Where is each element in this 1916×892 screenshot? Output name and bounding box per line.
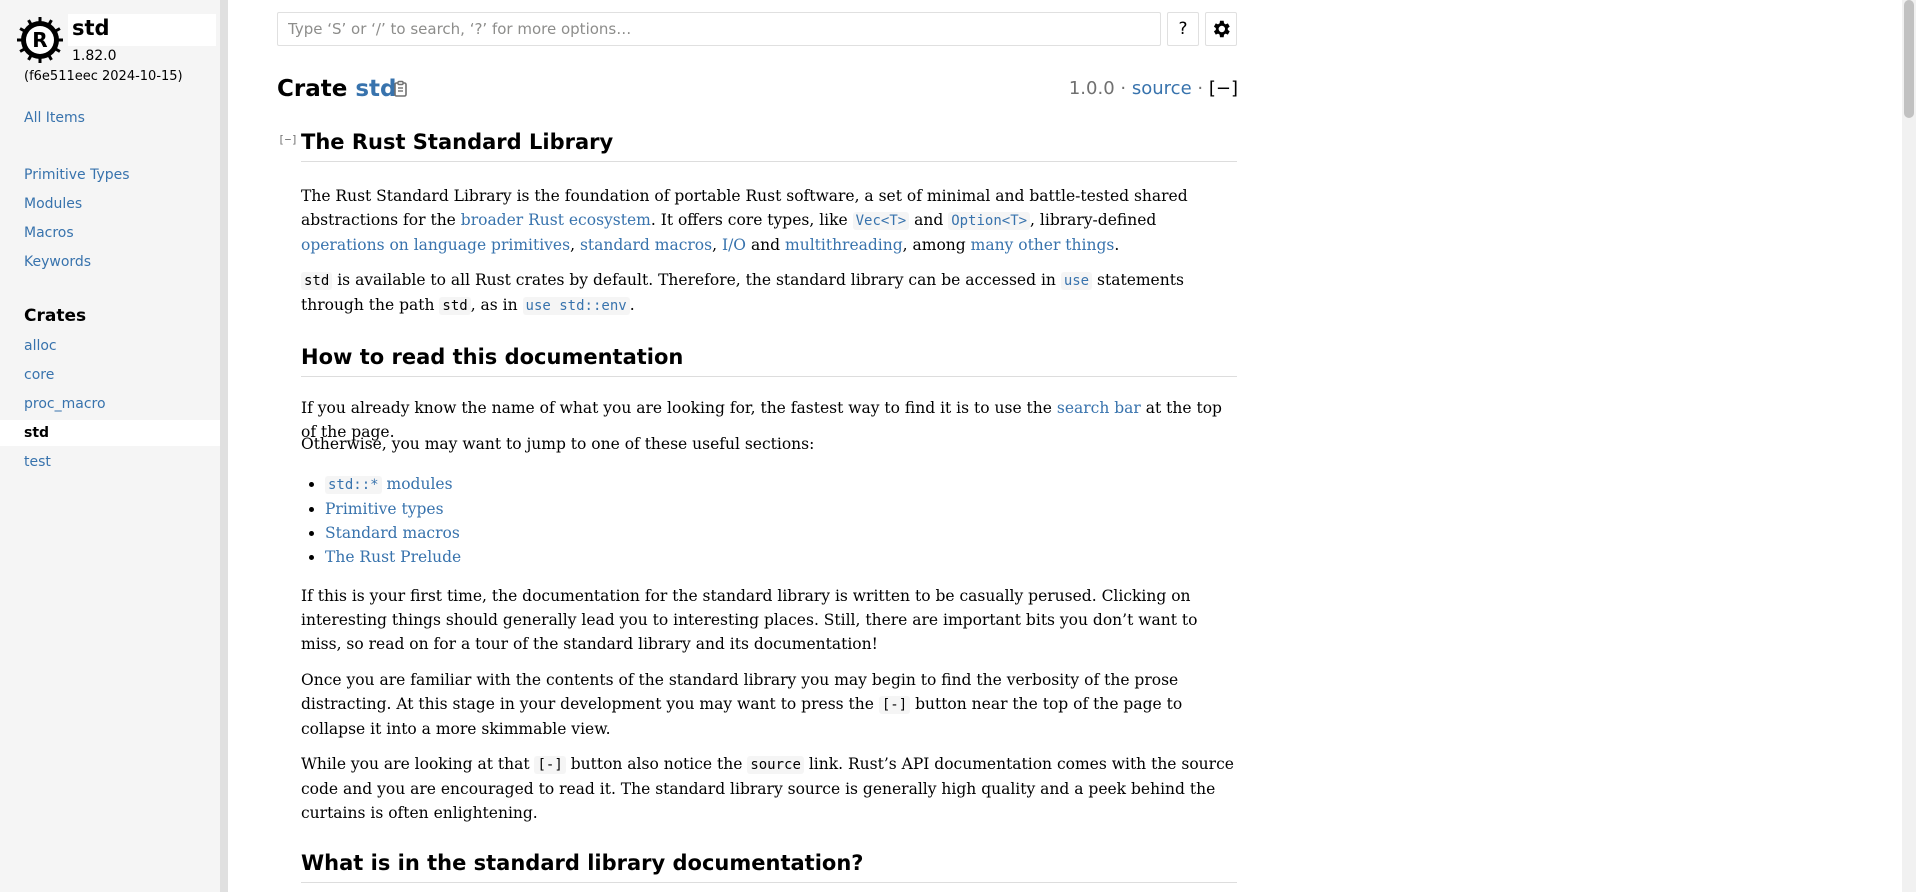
useful-sections-list: std::* modules Primitive types Standard …: [301, 472, 461, 569]
link-primitives[interactable]: operations on language primitives: [301, 236, 570, 254]
collapse-all-toggle[interactable]: [−]: [1209, 78, 1238, 99]
link-search-bar[interactable]: search bar: [1057, 399, 1141, 417]
list-item: std::* modules: [325, 472, 461, 497]
sidebar-item-macros[interactable]: Macros: [24, 225, 74, 241]
link-many-other-things[interactable]: many other things: [971, 236, 1115, 254]
sidebar-crate-core[interactable]: core: [24, 367, 54, 383]
separator: ·: [1197, 78, 1204, 99]
link-standard-macros[interactable]: standard macros: [580, 236, 712, 254]
sidebar-item-modules[interactable]: Modules: [24, 196, 82, 212]
link-use-std-env[interactable]: use std::env: [522, 296, 630, 315]
sidebar-version: 1.82.0: [72, 48, 117, 64]
out-of-band: 1.0.0 · source · [−]: [1069, 78, 1238, 99]
paragraph-intro: The Rust Standard Library is the foundat…: [301, 187, 1188, 254]
list-item: Primitive types: [325, 497, 461, 521]
sidebar-resizer[interactable]: [220, 0, 228, 892]
paragraph-verbosity: Once you are familiar with the contents …: [301, 671, 1183, 738]
paragraph-first-time: If this is your first time, the document…: [301, 587, 1198, 653]
sidebar-crate-alloc[interactable]: alloc: [24, 338, 57, 354]
settings-button[interactable]: [1205, 12, 1237, 46]
heading-rust-standard-library: The Rust Standard Library: [301, 130, 1237, 162]
help-label: ?: [1178, 19, 1188, 39]
since-version: 1.0.0: [1068, 78, 1115, 99]
sidebar-crate-name[interactable]: std: [72, 16, 110, 40]
page-title-name[interactable]: std: [355, 76, 396, 102]
sidebar-hash: (f6e511eec 2024-10-15): [24, 69, 183, 84]
source-link[interactable]: source: [1132, 78, 1192, 99]
copy-path-icon[interactable]: [392, 80, 410, 98]
link-option[interactable]: Option<T>: [948, 211, 1031, 230]
sidebar-crate-test[interactable]: test: [24, 454, 51, 470]
link-rust-prelude[interactable]: The Rust Prelude: [325, 548, 461, 566]
page-title-kind: Crate: [277, 76, 348, 102]
heading-what-is-in-docs: What is in the standard library document…: [301, 851, 1237, 883]
paragraph-availability: std is available to all Rust crates by d…: [301, 271, 1184, 315]
link-broader-ecosystem[interactable]: broader Rust ecosystem: [461, 211, 651, 229]
list-item: Standard macros: [325, 521, 461, 545]
sidebar-item-primitive-types[interactable]: Primitive Types: [24, 167, 130, 183]
sidebar-all-items[interactable]: All Items: [24, 110, 85, 126]
link-use-keyword[interactable]: use: [1060, 271, 1093, 290]
help-button[interactable]: ?: [1167, 12, 1199, 46]
heading-how-to-read: How to read this documentation: [301, 345, 1237, 377]
sidebar: R std 1.82.0 (f6e511eec 2024-10-15) All …: [0, 0, 220, 892]
paragraph-jump-sections: Otherwise, you may want to jump to one o…: [301, 435, 815, 453]
page-title: Crate std: [277, 76, 397, 102]
link-standard-macros-list[interactable]: Standard macros: [325, 524, 460, 542]
sidebar-crate-std[interactable]: std: [24, 425, 49, 441]
sidebar-crates-heading: Crates: [24, 306, 87, 326]
link-primitive-types[interactable]: Primitive types: [325, 500, 444, 518]
docblock-toggle[interactable]: [−]: [278, 133, 298, 146]
list-item: The Rust Prelude: [325, 545, 461, 569]
rust-logo-icon[interactable]: R: [16, 16, 64, 64]
paragraph-source-link: While you are looking at that [-] button…: [301, 755, 1234, 822]
link-std-modules[interactable]: std::* modules: [325, 475, 453, 494]
scrollbar-thumb[interactable]: [1904, 0, 1914, 118]
link-vec[interactable]: Vec<T>: [852, 211, 910, 230]
gear-icon: [1213, 20, 1230, 38]
sidebar-crate-proc-macro[interactable]: proc_macro: [24, 396, 106, 412]
link-multithreading[interactable]: multithreading: [785, 236, 903, 254]
search-input[interactable]: [277, 12, 1161, 46]
link-io[interactable]: I/O: [722, 236, 746, 254]
scrollbar[interactable]: [1902, 0, 1916, 892]
svg-text:R: R: [32, 28, 47, 52]
sidebar-item-keywords[interactable]: Keywords: [24, 254, 91, 270]
separator: ·: [1120, 78, 1127, 99]
